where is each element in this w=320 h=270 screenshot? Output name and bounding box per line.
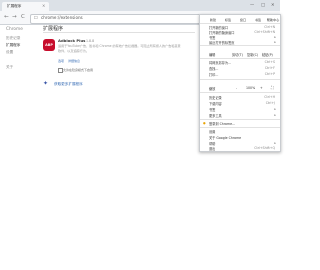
menu-tab-bookmarks[interactable]: 书签 — [252, 17, 264, 22]
zoom-level: 100% — [246, 86, 256, 90]
menu-shortcut: Ctrl+P — [264, 72, 275, 76]
menu-shortcut: Ctrl+J — [265, 101, 275, 105]
sidebar-item-extensions[interactable]: 扩展程序 — [6, 43, 20, 48]
options-link[interactable]: 选项 — [58, 59, 64, 63]
sidebar-title: Chrome — [6, 27, 23, 32]
menu-item-bookmarks-2[interactable]: 书签 — [209, 107, 215, 112]
extension-name: Adblock Plus — [58, 38, 86, 43]
menu-divider — [200, 119, 280, 120]
sidebar-item-history[interactable]: 历史记录 — [6, 36, 20, 41]
get-more-extensions-link[interactable]: 获取更多扩展程序 — [54, 82, 83, 87]
puzzle-icon: ✦ — [43, 80, 49, 87]
chrome-menu: 新建 标签 窗口 书签 帮助中心 打开新的窗口 Ctrl+N 打开新的隐身窗口 … — [199, 14, 281, 152]
details-link[interactable]: 详细信息 — [68, 59, 80, 63]
extension-version: 1.8.8 — [86, 38, 95, 43]
menu-item-print[interactable]: 打印... — [209, 72, 218, 77]
zoom-out-button[interactable]: - — [236, 86, 237, 90]
menu-divider — [200, 45, 280, 46]
minimize-button[interactable]: — — [250, 2, 254, 7]
menu-shortcut: Ctrl+Shift+N — [254, 30, 275, 34]
menu-shortcut: Ctrl+Shift+Q — [254, 146, 275, 150]
menu-divider — [200, 23, 280, 24]
reload-button[interactable]: C — [21, 14, 25, 20]
tab-close-icon[interactable]: × — [42, 3, 45, 8]
menu-divider — [200, 58, 280, 59]
menu-tab-tab[interactable]: 标签 — [222, 17, 234, 22]
menu-item-find[interactable]: 查找... — [209, 66, 218, 71]
submenu-arrow-icon: ▸ — [274, 40, 276, 44]
menu-divider — [200, 127, 280, 128]
menu-item-history[interactable]: 历史记录 — [209, 95, 222, 100]
menu-item-downloads[interactable]: 下载内容 — [209, 101, 222, 106]
adblock-plus-logo: ABP — [43, 39, 55, 51]
edit-cut-button[interactable]: 剪切(T) — [232, 52, 243, 57]
submenu-arrow-icon: ▸ — [274, 141, 276, 145]
submenu-arrow-icon: ▸ — [274, 113, 276, 117]
menu-item-more-tools[interactable]: 更多工具 — [209, 113, 222, 118]
sidebar-item-settings[interactable]: 设置 — [6, 50, 13, 55]
extension-description: 适用于YouTube广告、脸书和 Chrome 的有效广告拦截器。可阻止所有烦人… — [58, 44, 198, 54]
sidebar-item-about[interactable]: 关于 — [6, 65, 13, 70]
page-title: 扩展程序 — [43, 26, 64, 32]
incognito-label: 允许在隐身模式下启用 — [63, 67, 94, 72]
url-text[interactable]: chrome://extensions — [41, 15, 83, 20]
edit-copy-button[interactable]: 复制(C) — [247, 52, 258, 57]
maximize-button[interactable]: □ — [261, 2, 265, 7]
menu-shortcut: Ctrl+N — [264, 25, 275, 29]
menu-divider — [200, 79, 280, 80]
zoom-in-button[interactable]: + — [260, 86, 263, 90]
page-icon: ☐ — [34, 15, 38, 20]
tab-title: 扩展程序 — [7, 3, 22, 8]
menu-item-edit: 编辑 — [209, 53, 216, 57]
forward-button[interactable]: → — [12, 14, 17, 20]
close-window-button[interactable]: ✕ — [271, 2, 275, 7]
fullscreen-icon[interactable]: ⛶ — [271, 85, 274, 90]
title-divider — [43, 32, 195, 33]
menu-item-save-page[interactable]: 将网页另存为... — [209, 60, 231, 65]
back-button[interactable]: ← — [4, 14, 9, 20]
menu-tab-new[interactable]: 新建 — [207, 17, 219, 22]
submenu-arrow-icon: ▸ — [274, 107, 276, 111]
menu-item-exit[interactable]: 退出 — [209, 146, 215, 151]
edit-paste-button[interactable]: 粘贴(P) — [262, 52, 273, 57]
menu-shortcut: Ctrl+S — [264, 60, 275, 64]
menu-item-settings[interactable]: 设置 — [209, 129, 215, 134]
menu-item-sign-in[interactable]: 登录到 Chrome... — [209, 121, 235, 126]
menu-divider — [200, 92, 280, 93]
menu-item-zoom: 缩放 — [209, 87, 216, 91]
submenu-arrow-icon: ▸ — [274, 35, 276, 39]
menu-shortcut: Ctrl+F — [264, 66, 275, 70]
menu-tab-window[interactable]: 窗口 — [237, 17, 249, 22]
menu-tab-help[interactable]: 帮助中心 — [266, 17, 280, 22]
menu-item-about[interactable]: 关于 Google Chrome — [209, 135, 241, 140]
description-line: 软件，以及追踪行为。 — [58, 49, 89, 53]
menu-shortcut: Ctrl+H — [264, 95, 275, 99]
warning-dot-icon: ● — [203, 120, 206, 125]
